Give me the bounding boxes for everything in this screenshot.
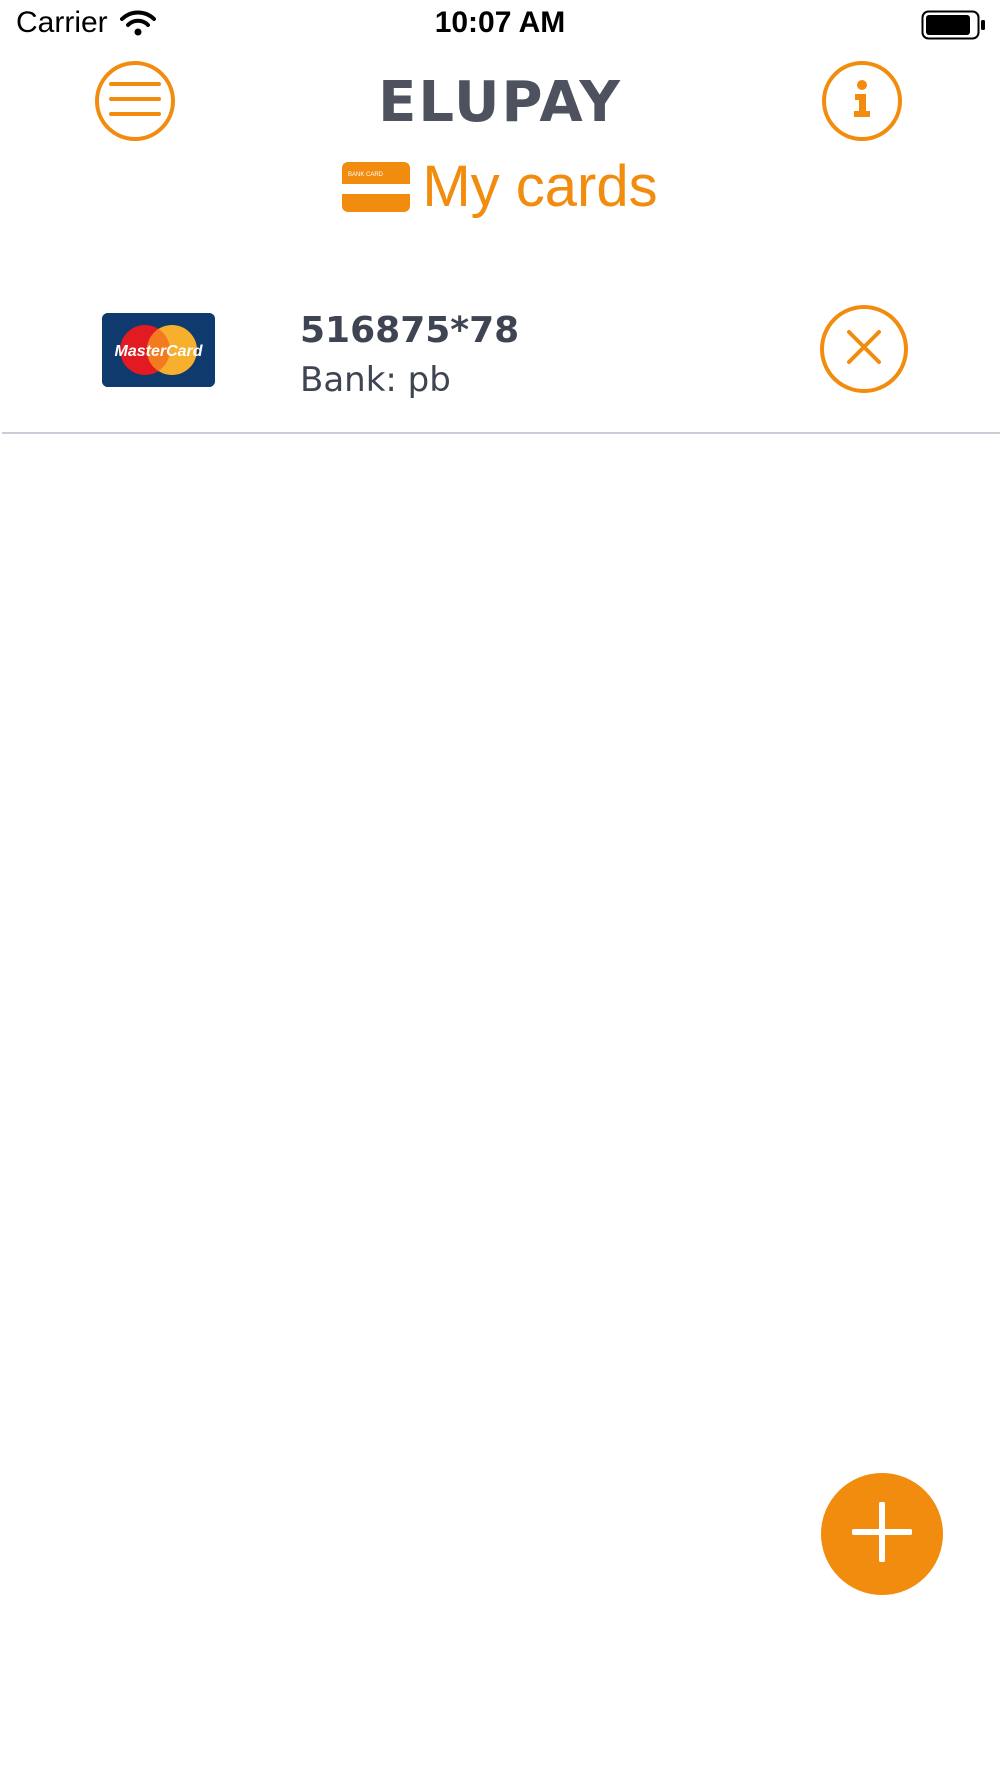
bank-card-icon: BANK CARD [342,162,411,212]
page-title-row: BANK CARD My cards [0,155,1000,219]
page-title: My cards [422,154,658,219]
plus-icon [851,1500,913,1567]
status-bar: Carrier 10:07 AM [0,0,1000,50]
card-number: 516875*78 [300,310,520,351]
add-card-button[interactable] [821,1473,943,1595]
delete-card-button[interactable] [820,305,908,393]
row-divider [2,432,1000,434]
status-time: 10:07 AM [434,6,566,39]
bank-card-icon-label: BANK CARD [348,172,384,178]
mastercard-logo: MasterCard [102,313,215,387]
card-list-item[interactable]: MasterCard 516875*78 Bank: pb [0,270,1000,434]
close-icon [846,329,882,370]
info-icon [850,79,874,124]
mastercard-wordmark: MasterCard [114,343,203,360]
battery-icon [921,10,987,45]
info-button[interactable] [822,61,902,141]
card-bank: Bank: pb [300,360,451,400]
